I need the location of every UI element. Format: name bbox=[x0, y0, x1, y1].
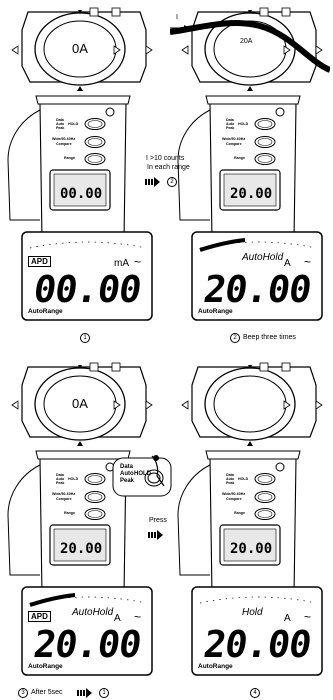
btn-label-peak: Peak bbox=[56, 481, 65, 485]
meter-panel-4: Data Auto Peak HOLD Wide/50-60Hz Compare… bbox=[170, 355, 330, 700]
btn-label-range: Range bbox=[234, 156, 245, 160]
mini-lcd-reading: 20.00 bbox=[230, 186, 273, 202]
main-reading: 00.00 bbox=[30, 268, 144, 311]
apd-indicator: APD bbox=[28, 611, 51, 622]
button-zoom-callout: Data Auto Peak HOLD bbox=[112, 452, 172, 498]
autorange-label: AutoRange bbox=[198, 663, 233, 670]
press-label: Press bbox=[149, 517, 167, 524]
step-number: 4 bbox=[250, 688, 260, 698]
ac-tilde-icon: ~ bbox=[304, 255, 312, 269]
main-reading: 20.00 bbox=[30, 623, 144, 666]
main-reading: 20.00 bbox=[200, 623, 314, 666]
autorange-label: AutoRange bbox=[28, 308, 63, 315]
hold-indicator: AutoHold bbox=[242, 252, 284, 263]
step-number: 1 bbox=[80, 333, 90, 343]
mini-lcd-reading: 20.00 bbox=[60, 541, 103, 557]
hold-indicator: AutoHold bbox=[72, 607, 114, 618]
zoom-label-data: Data bbox=[120, 464, 134, 470]
btn-label-peak: Peak bbox=[226, 126, 235, 130]
arrow-right-icon bbox=[148, 530, 163, 540]
jaw-reading: 20A bbox=[240, 38, 253, 45]
zoom-label-auto: Auto bbox=[120, 471, 134, 477]
btn-label-hold: HOLD bbox=[238, 477, 249, 481]
meter-panel-1: 0A Data Auto Peak HOLD Wide/50-60Hz Comp… bbox=[0, 0, 160, 345]
arrow-right-icon bbox=[145, 177, 160, 187]
current-label: I bbox=[176, 14, 178, 21]
btn-label-compare: Compare bbox=[226, 497, 242, 501]
mini-lcd-reading: 20.00 bbox=[230, 541, 273, 557]
meter-panel-3: 0A Data Auto Peak HOLD Wide/50-60Hz Comp… bbox=[0, 355, 160, 700]
mini-lcd-reading: 00.00 bbox=[60, 186, 103, 202]
ac-tilde-icon: ~ bbox=[304, 610, 312, 624]
main-reading: 20.00 bbox=[200, 268, 314, 311]
arrow-right-icon bbox=[77, 688, 92, 698]
zoom-label-peak: Peak bbox=[120, 478, 135, 484]
btn-label-peak: Peak bbox=[226, 481, 235, 485]
btn-label-range: Range bbox=[64, 511, 75, 515]
transition-line2: In each range bbox=[147, 164, 190, 171]
step-end-number: 1 bbox=[99, 688, 109, 698]
transition-line1: I >10 counts bbox=[146, 155, 185, 162]
ac-tilde-icon: ~ bbox=[134, 610, 142, 624]
jaw-reading: 0A bbox=[72, 396, 88, 411]
btn-label-hold: HOLD bbox=[68, 477, 79, 481]
btn-label-peak: Peak bbox=[56, 126, 65, 130]
btn-label-compare: Compare bbox=[56, 497, 72, 501]
step-caption: After 5sec bbox=[31, 689, 63, 696]
apd-indicator: APD bbox=[28, 256, 51, 267]
step-caption: Beep three times bbox=[243, 334, 296, 341]
ac-tilde-icon: ~ bbox=[134, 255, 142, 269]
zoom-label-hold: HOLD bbox=[134, 471, 151, 477]
autorange-label: AutoRange bbox=[198, 308, 233, 315]
btn-label-hold: HOLD bbox=[68, 122, 79, 126]
btn-label-compare: Compare bbox=[226, 142, 242, 146]
step-2-icon: 2 bbox=[167, 177, 177, 187]
btn-label-hold: HOLD bbox=[238, 122, 249, 126]
step-number: 3 bbox=[18, 688, 28, 698]
btn-label-compare: Compare bbox=[56, 142, 72, 146]
meter-panel-2: 20A I Data Auto Peak HOLD Wide/50-60Hz C… bbox=[170, 0, 330, 345]
hold-indicator: Hold bbox=[242, 607, 263, 618]
btn-label-range: Range bbox=[234, 511, 245, 515]
step-number: 2 bbox=[230, 333, 240, 343]
btn-label-range: Range bbox=[64, 156, 75, 160]
jaw-reading: 0A bbox=[72, 41, 88, 56]
autorange-label: AutoRange bbox=[28, 663, 63, 670]
